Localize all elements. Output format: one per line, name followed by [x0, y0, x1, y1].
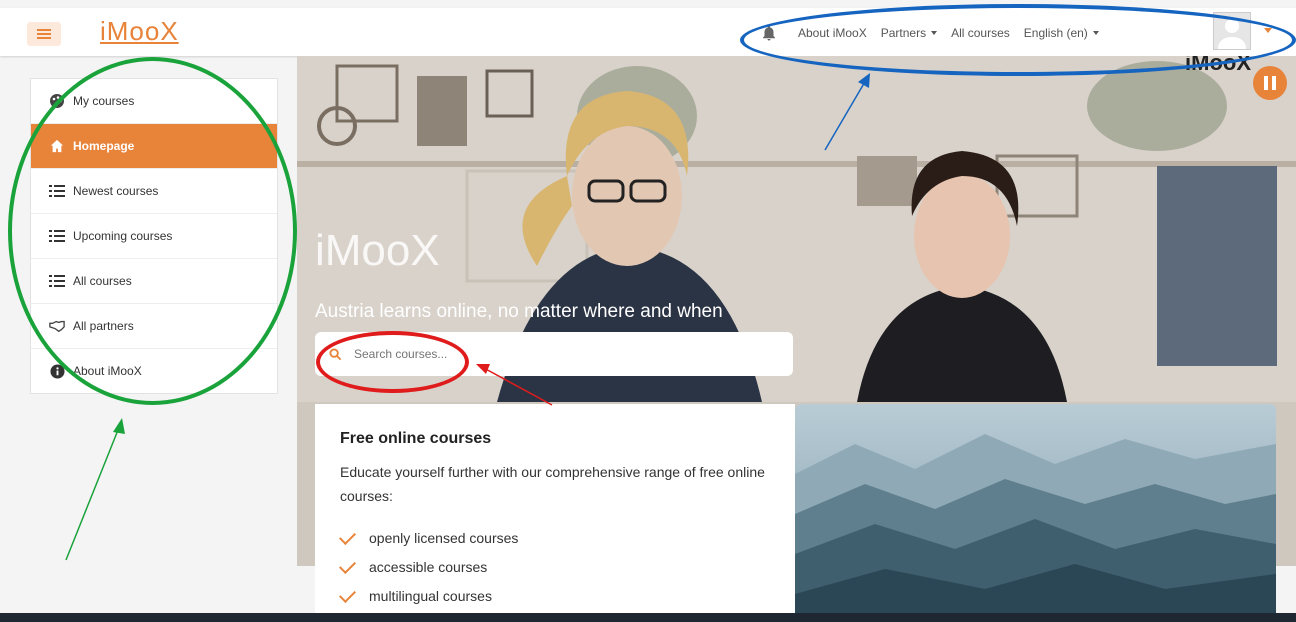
blue-arrow: [824, 79, 867, 151]
green-arrow: [65, 424, 121, 561]
red-arrow: [481, 366, 553, 406]
annotation-arrows: [65, 73, 870, 561]
green-arrowhead: [113, 418, 125, 434]
blue-arrowhead: [858, 73, 870, 88]
red-arrowhead: [476, 364, 490, 374]
